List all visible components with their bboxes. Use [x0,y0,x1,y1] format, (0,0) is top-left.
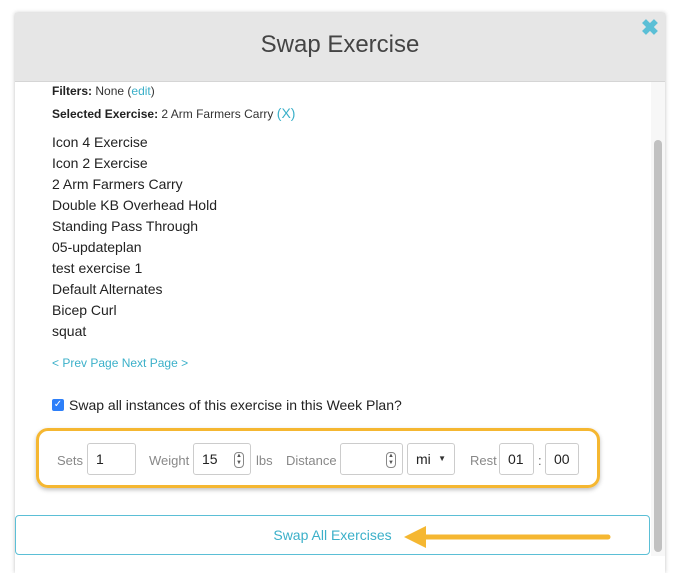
pagination: < Prev Page Next Page > [52,356,188,370]
filters-line: Filters: None (edit) [52,84,155,98]
exercise-list-item[interactable]: test exercise 1 [52,258,217,279]
exercise-list-item[interactable]: 05-updateplan [52,237,217,258]
scrollbar-thumb[interactable] [654,140,662,552]
sets-label: Sets [57,453,84,468]
exercise-list-item[interactable]: Bicep Curl [52,300,217,321]
filters-label: Filters: [52,84,93,98]
exercise-list-item[interactable]: Icon 4 Exercise [52,132,217,153]
distance-input[interactable]: ▲ ▼ [340,443,403,475]
rest-seconds-input[interactable]: 00 [545,443,579,475]
selected-exercise-label: Selected Exercise: [52,107,159,121]
scrollbar[interactable] [651,82,665,556]
distance-label: Distance [286,453,337,468]
chevron-down-icon: ▼ [438,454,446,463]
distance-unit-value: mi [416,451,431,467]
exercise-list-item[interactable]: Standing Pass Through [52,216,217,237]
modal-title: Swap Exercise [260,31,420,58]
prev-page-link[interactable]: < Prev Page [52,356,118,370]
rest-minutes-input[interactable]: 01 [499,443,534,475]
weight-input[interactable]: 15 ▲ ▼ [193,443,251,475]
selected-exercise-value: 2 Arm Farmers Carry [161,107,274,121]
rest-colon: : [538,453,542,468]
exercise-list-item[interactable]: squat [52,321,217,342]
distance-unit-select[interactable]: mi ▼ [407,443,455,475]
exercise-list-item[interactable]: Double KB Overhead Hold [52,195,217,216]
exercise-list-item[interactable]: 2 Arm Farmers Carry [52,174,217,195]
modal-header: Swap Exercise [15,13,665,82]
filters-edit-close: ) [150,84,155,98]
weight-label: Weight [149,453,190,468]
selected-exercise-line: Selected Exercise: 2 Arm Farmers Carry (… [52,105,295,121]
sets-input[interactable]: 1 [87,443,136,475]
swap-all-instances-checkbox[interactable]: ✓ [52,399,64,411]
weight-stepper-icon[interactable]: ▲ ▼ [234,452,244,468]
distance-stepper-icon[interactable]: ▲ ▼ [386,452,396,468]
swap-all-instances-row: ✓ Swap all instances of this exercise in… [52,397,402,413]
weight-unit: lbs [256,453,273,468]
filters-edit-link[interactable]: edit [131,84,150,98]
remove-selected-button[interactable]: (X) [277,105,296,121]
exercise-list-item[interactable]: Default Alternates [52,279,217,300]
filters-value: None [95,84,125,98]
weight-value: 15 [202,451,218,467]
close-icon[interactable]: ✖ [640,17,660,39]
next-page-link[interactable]: Next Page > [122,356,188,370]
rest-label: Rest [470,453,497,468]
arrow-pointer-icon [404,526,611,548]
exercise-list: Icon 4 Exercise Icon 2 Exercise 2 Arm Fa… [52,132,217,342]
exercise-list-item[interactable]: Icon 2 Exercise [52,153,217,174]
swap-all-instances-label: Swap all instances of this exercise in t… [69,397,402,413]
